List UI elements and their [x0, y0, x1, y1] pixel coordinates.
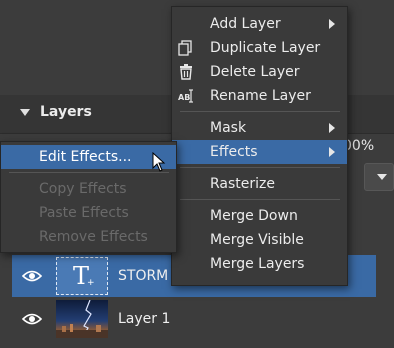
layer-row-layer-1[interactable]: Layer 1: [12, 298, 376, 340]
collapse-caret-icon[interactable]: [20, 109, 30, 116]
submenu-item-label: Edit Effects...: [39, 149, 132, 165]
eye-icon[interactable]: [22, 269, 42, 283]
menu-item-label: Merge Down: [210, 208, 298, 224]
duplicate-icon: [178, 40, 192, 56]
submenu-item-paste-effects[interactable]: Paste Effects: [1, 201, 176, 225]
menu-divider: [9, 172, 169, 173]
text-layer-thumbnail[interactable]: T +: [56, 257, 108, 295]
plus-icon: +: [87, 278, 95, 288]
layer-context-menu: Add Layer Duplicate Layer Delete Layer A…: [171, 6, 348, 286]
submenu-item-copy-effects[interactable]: Copy Effects: [1, 177, 176, 201]
menu-item-label: Effects: [210, 144, 258, 160]
menu-item-effects[interactable]: Effects: [172, 140, 347, 164]
chevron-right-icon: [329, 19, 335, 29]
menu-divider: [180, 199, 340, 200]
submenu-item-label: Remove Effects: [39, 229, 148, 245]
menu-item-label: Mask: [210, 120, 247, 136]
menu-item-rasterize[interactable]: Rasterize: [172, 172, 347, 196]
eye-icon[interactable]: [22, 312, 42, 326]
mouse-cursor-icon: [152, 152, 166, 172]
menu-divider: [180, 167, 340, 168]
menu-divider: [180, 111, 340, 112]
layers-panel-title: Layers: [40, 104, 92, 120]
submenu-item-label: Copy Effects: [39, 181, 127, 197]
submenu-item-edit-effects[interactable]: Edit Effects...: [1, 145, 176, 169]
menu-item-duplicate-layer[interactable]: Duplicate Layer: [172, 36, 347, 60]
chevron-right-icon: [329, 123, 335, 133]
menu-item-add-layer[interactable]: Add Layer: [172, 12, 347, 36]
menu-item-merge-down[interactable]: Merge Down: [172, 204, 347, 228]
submenu-item-remove-effects[interactable]: Remove Effects: [1, 225, 176, 249]
rename-icon: AB: [178, 89, 193, 103]
effects-submenu: Edit Effects... Copy Effects Paste Effec…: [0, 141, 177, 253]
menu-item-rename-layer[interactable]: AB Rename Layer: [172, 84, 347, 108]
menu-item-label: Delete Layer: [210, 64, 300, 80]
menu-item-mask[interactable]: Mask: [172, 116, 347, 140]
menu-item-label: Rename Layer: [210, 88, 311, 104]
menu-item-label: Add Layer: [210, 16, 281, 32]
menu-item-label: Duplicate Layer: [210, 40, 321, 56]
menu-item-label: Merge Visible: [210, 232, 304, 248]
submenu-item-label: Paste Effects: [39, 205, 129, 221]
image-layer-thumbnail[interactable]: [56, 300, 108, 338]
svg-text:AB: AB: [178, 93, 190, 102]
blend-mode-dropdown[interactable]: [364, 163, 394, 191]
layer-name[interactable]: STORM: [118, 268, 168, 284]
chevron-down-icon: [377, 174, 387, 180]
menu-item-delete-layer[interactable]: Delete Layer: [172, 60, 347, 84]
menu-item-merge-visible[interactable]: Merge Visible: [172, 228, 347, 252]
layer-name[interactable]: Layer 1: [118, 311, 170, 327]
chevron-right-icon: [329, 147, 335, 157]
menu-item-merge-layers[interactable]: Merge Layers: [172, 252, 347, 276]
menu-item-label: Rasterize: [210, 176, 276, 192]
trash-icon: [180, 64, 192, 80]
menu-item-label: Merge Layers: [210, 256, 305, 272]
